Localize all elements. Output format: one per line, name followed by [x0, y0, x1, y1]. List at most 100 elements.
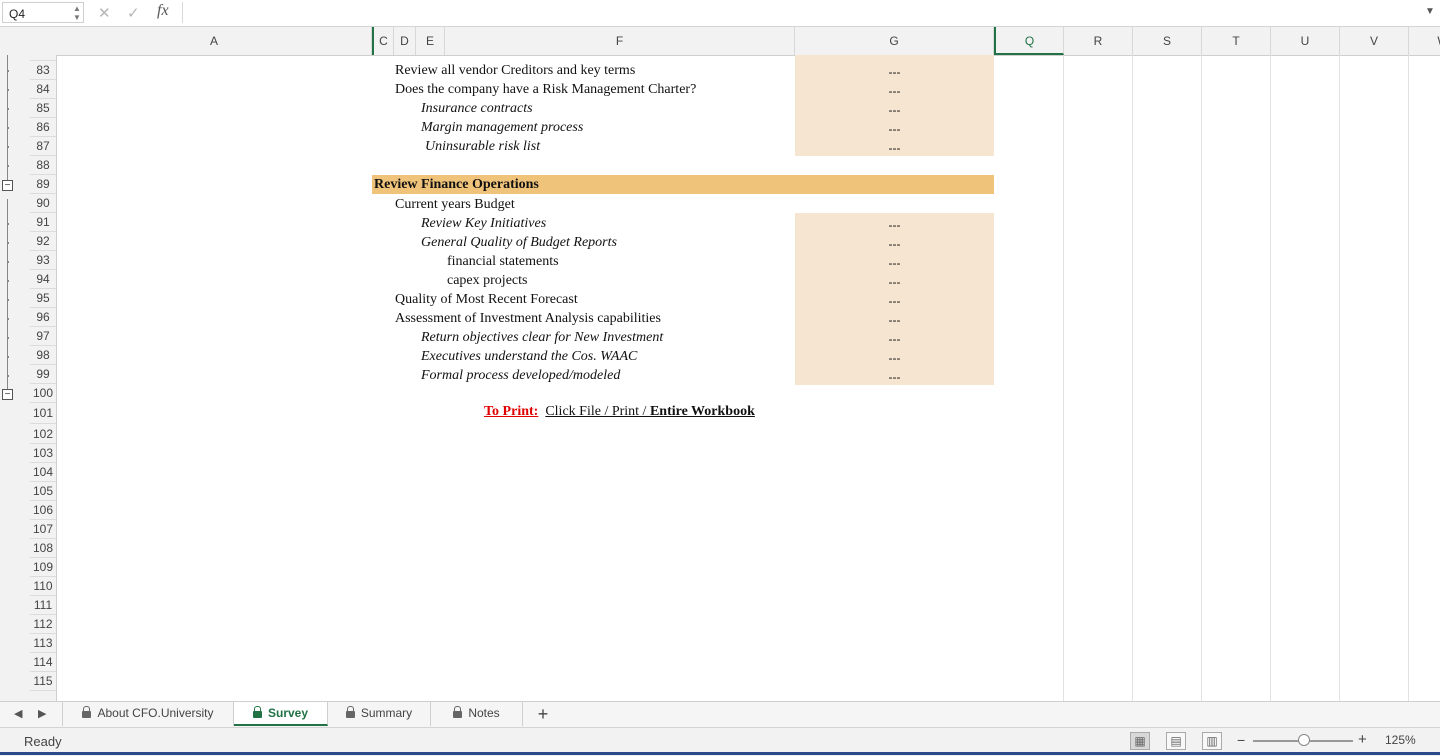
zoom-out-button[interactable]: −: [1237, 732, 1245, 748]
response-cell[interactable]: ---: [795, 84, 994, 98]
question-cell[interactable]: Margin management process: [421, 120, 583, 136]
row-header[interactable]: 107: [30, 520, 56, 539]
row-header[interactable]: 87: [30, 137, 56, 156]
formula-input[interactable]: [182, 2, 1437, 23]
question-cell[interactable]: capex projects: [447, 273, 527, 289]
question-cell[interactable]: Return objectives clear for New Investme…: [421, 330, 663, 346]
row-header[interactable]: 83: [30, 61, 56, 80]
row-header[interactable]: 85: [30, 99, 56, 118]
row-header[interactable]: 111: [30, 596, 56, 615]
question-cell[interactable]: Review Key Initiatives: [421, 216, 546, 232]
page-layout-view-icon[interactable]: ▤: [1166, 732, 1186, 750]
column-header-t[interactable]: T: [1202, 27, 1271, 55]
row-header[interactable]: 91: [30, 213, 56, 232]
row-header[interactable]: 106: [30, 501, 56, 520]
checkmark-icon[interactable]: ✓: [127, 4, 140, 22]
column-header-c[interactable]: C: [372, 27, 394, 55]
response-cell[interactable]: ---: [795, 351, 994, 365]
fx-icon[interactable]: fx: [157, 2, 169, 20]
row-header[interactable]: 104: [30, 463, 56, 482]
add-sheet-button[interactable]: +: [533, 704, 553, 725]
zoom-level[interactable]: 125%: [1385, 733, 1416, 747]
response-cell[interactable]: ---: [795, 65, 994, 79]
column-header-w[interactable]: W: [1409, 27, 1440, 55]
zoom-slider-handle[interactable]: [1298, 734, 1310, 746]
previous-sheet-icon[interactable]: ◀: [14, 707, 22, 720]
question-cell[interactable]: Insurance contracts: [421, 101, 533, 117]
next-sheet-icon[interactable]: ▶: [38, 707, 46, 720]
row-header[interactable]: 101: [30, 403, 56, 424]
response-cell[interactable]: ---: [795, 103, 994, 117]
row-header[interactable]: 90: [30, 194, 56, 213]
question-cell[interactable]: Current years Budget: [395, 197, 515, 213]
question-cell[interactable]: Executives understand the Cos. WAAC: [421, 349, 637, 365]
close-icon[interactable]: ✕: [98, 4, 111, 22]
collapse-group-button[interactable]: −: [2, 389, 13, 400]
row-header[interactable]: 97: [30, 327, 56, 346]
column-header-g[interactable]: G: [795, 27, 994, 55]
column-header-a[interactable]: A: [57, 27, 372, 55]
response-cell[interactable]: ---: [795, 218, 994, 232]
row-header[interactable]: 103: [30, 444, 56, 463]
name-box[interactable]: Q4 ▲ ▼: [2, 2, 84, 23]
column-header-e[interactable]: E: [416, 27, 445, 55]
row-header-116[interactable]: [30, 691, 56, 701]
row-header[interactable]: 98: [30, 346, 56, 365]
row-header[interactable]: 96: [30, 308, 56, 327]
response-cell[interactable]: ---: [795, 275, 994, 289]
row-header[interactable]: 95: [30, 289, 56, 308]
row-header[interactable]: 105: [30, 482, 56, 501]
response-cell[interactable]: ---: [795, 332, 994, 346]
row-header[interactable]: 102: [30, 425, 56, 444]
response-cell[interactable]: ---: [795, 141, 994, 155]
column-header-u[interactable]: U: [1271, 27, 1340, 55]
row-header[interactable]: 110: [30, 577, 56, 596]
question-cell[interactable]: Does the company have a Risk Management …: [395, 82, 696, 98]
response-cell[interactable]: ---: [795, 237, 994, 251]
row-header[interactable]: 86: [30, 118, 56, 137]
response-cell[interactable]: ---: [795, 313, 994, 327]
row-header[interactable]: 113: [30, 634, 56, 653]
question-cell[interactable]: Review all vendor Creditors and key term…: [395, 63, 635, 79]
sheet-tab-notes[interactable]: Notes: [431, 702, 523, 726]
response-cell[interactable]: ---: [795, 370, 994, 384]
row-header[interactable]: 88: [30, 156, 56, 175]
row-header[interactable]: 108: [30, 539, 56, 558]
response-cell[interactable]: ---: [795, 256, 994, 270]
question-cell[interactable]: Formal process developed/modeled: [421, 368, 620, 384]
question-cell[interactable]: Assessment of Investment Analysis capabi…: [395, 311, 661, 327]
row-header[interactable]: 112: [30, 615, 56, 634]
column-header-r[interactable]: R: [1064, 27, 1133, 55]
row-header[interactable]: 109: [30, 558, 56, 577]
column-header-q[interactable]: Q: [994, 27, 1064, 55]
row-header[interactable]: 115: [30, 672, 56, 691]
zoom-in-button[interactable]: +: [1358, 731, 1367, 748]
row-header[interactable]: 89: [30, 175, 56, 194]
response-cell[interactable]: ---: [795, 122, 994, 136]
worksheet-grid[interactable]: --- --- --- --- --- --- --- --- --- --- …: [57, 55, 1440, 701]
row-header[interactable]: 92: [30, 232, 56, 251]
name-box-stepper-icon[interactable]: ▲ ▼: [73, 4, 81, 22]
response-cell[interactable]: ---: [795, 294, 994, 308]
row-header[interactable]: 100: [30, 384, 56, 403]
collapse-group-button[interactable]: −: [2, 180, 13, 191]
column-header-v[interactable]: V: [1340, 27, 1409, 55]
row-header[interactable]: 84: [30, 80, 56, 99]
sheet-tab-survey[interactable]: Survey: [234, 702, 328, 726]
chevron-down-icon[interactable]: ▼: [1425, 6, 1435, 17]
row-header[interactable]: 93: [30, 251, 56, 270]
row-header[interactable]: 99: [30, 365, 56, 384]
row-header[interactable]: 94: [30, 270, 56, 289]
question-cell[interactable]: Quality of Most Recent Forecast: [395, 292, 578, 308]
column-header-f[interactable]: F: [445, 27, 795, 55]
question-cell[interactable]: financial statements: [447, 254, 559, 270]
row-header[interactable]: 114: [30, 653, 56, 672]
question-cell[interactable]: Uninsurable risk list: [425, 139, 540, 155]
column-header-d[interactable]: D: [394, 27, 416, 55]
sheet-tab-summary[interactable]: Summary: [328, 702, 431, 726]
column-header-s[interactable]: S: [1133, 27, 1202, 55]
question-cell[interactable]: General Quality of Budget Reports: [421, 235, 617, 251]
normal-view-icon[interactable]: ▦: [1130, 732, 1150, 750]
sheet-tab-about[interactable]: About CFO.University: [62, 702, 234, 726]
page-break-view-icon[interactable]: ▥: [1202, 732, 1222, 750]
